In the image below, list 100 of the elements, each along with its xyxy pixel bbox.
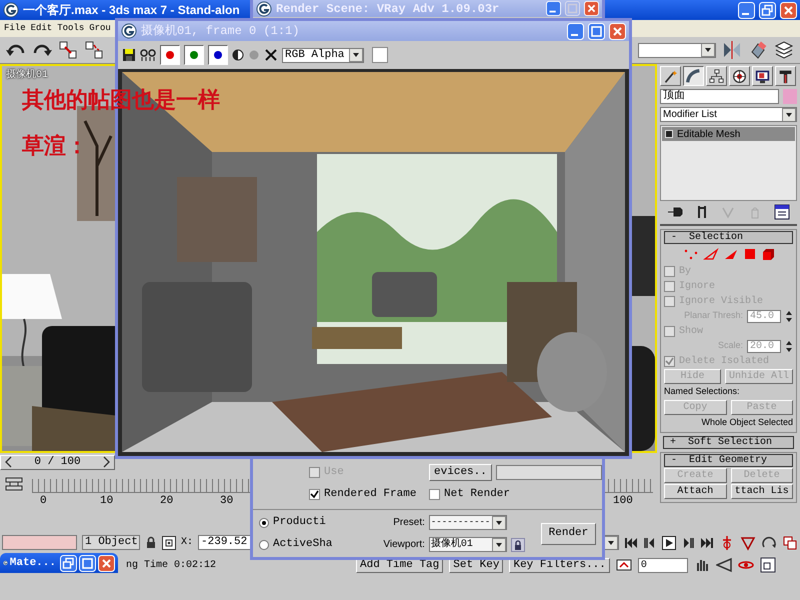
minimize-button[interactable]	[546, 1, 561, 16]
restore-button[interactable]	[60, 554, 77, 572]
coordinate-label: X:	[181, 536, 194, 550]
dropdown-value: 摄像机01	[430, 538, 474, 551]
modify-icon	[685, 68, 702, 84]
text-field[interactable]	[496, 464, 602, 480]
radio-button[interactable]: ActiveSha	[259, 538, 369, 552]
selection-count: 1 Object	[82, 535, 140, 550]
link-icon[interactable]	[58, 40, 78, 60]
monochrome-icon[interactable]	[232, 49, 244, 61]
checkbox[interactable]: Rendered Frame	[309, 487, 429, 501]
spinner-arrows-icon[interactable]	[785, 338, 793, 354]
mirror-icon[interactable]	[722, 40, 742, 60]
stack-item[interactable]: Editable Mesh	[662, 127, 795, 141]
object-name-field[interactable]: 顶面	[660, 89, 779, 104]
preset-dropdown[interactable]: -----------	[428, 515, 507, 530]
radio-button[interactable]: Producti	[259, 516, 369, 530]
go-to-end-icon[interactable]	[700, 536, 714, 548]
channel-dropdown[interactable]: RGB Alpha	[282, 48, 364, 62]
selection-set-dropdown[interactable]	[638, 42, 716, 58]
layers-icon[interactable]	[774, 40, 794, 60]
previous-frame-icon[interactable]	[643, 536, 657, 548]
orbit-icon[interactable]	[761, 534, 777, 550]
devices-button[interactable]: evices..	[428, 464, 492, 480]
minimize-button[interactable]	[738, 2, 755, 18]
rollout-title: Soft Selection	[688, 436, 772, 450]
checkbox[interactable]: Net Render	[429, 487, 539, 501]
window-title: 一个客厅.max - 3ds max 7 - Stand-alon	[23, 2, 240, 19]
play-icon[interactable]	[662, 536, 676, 550]
window-title: Mate...	[10, 556, 56, 571]
close-button[interactable]	[98, 554, 115, 572]
region-zoom-icon[interactable]	[760, 557, 776, 573]
caret-icon	[492, 538, 506, 551]
close-button[interactable]	[609, 22, 626, 40]
rollout-title: Selection	[689, 230, 744, 245]
save-icon[interactable]	[122, 48, 136, 62]
panel-button[interactable]: ttach Lis	[730, 484, 793, 499]
close-button[interactable]	[584, 1, 599, 16]
vertex-icon[interactable]	[682, 247, 698, 261]
key-filter-icon[interactable]	[4, 475, 24, 493]
app-icon	[121, 23, 137, 39]
panel-button[interactable]: Attach	[664, 484, 726, 499]
clone-icon[interactable]	[140, 48, 156, 62]
polygon-icon[interactable]	[742, 247, 756, 261]
rollout-header[interactable]: + Soft Selection	[663, 436, 794, 449]
menu-item[interactable]: File	[4, 22, 26, 35]
lock-icon[interactable]	[145, 536, 157, 549]
absolute-mode-icon[interactable]	[162, 536, 176, 550]
rollout-toggle: -	[671, 453, 678, 468]
restore-button[interactable]	[759, 2, 776, 18]
menu-item[interactable]: Tools	[57, 22, 84, 35]
dot-icon[interactable]	[248, 49, 260, 61]
close-button[interactable]	[780, 2, 797, 18]
hierarchy-icon	[708, 68, 725, 84]
time-label: ng Time	[126, 558, 168, 572]
channel-toggle[interactable]	[184, 45, 204, 65]
channel-toggle[interactable]	[160, 45, 180, 65]
color-swatch[interactable]	[372, 47, 388, 63]
dolly-icon[interactable]	[716, 557, 732, 573]
tick-label: 10	[100, 494, 114, 509]
spinner-arrows-icon[interactable]	[785, 308, 793, 324]
maximize-button[interactable]	[588, 22, 605, 40]
frame-counter-button[interactable]: 0 / 100	[0, 454, 115, 470]
maximize-button[interactable]	[79, 554, 96, 572]
panel-tab[interactable]	[683, 66, 704, 86]
tick-label: 30	[220, 494, 234, 509]
render-button[interactable]: Render	[540, 522, 596, 544]
key-mode-icon[interactable]	[616, 558, 632, 572]
frame-field[interactable]: 0	[638, 558, 688, 572]
menu-item[interactable]: Edit	[30, 22, 52, 35]
maximize-viewport-icon[interactable]	[782, 534, 798, 550]
caret-icon	[492, 516, 506, 529]
rollout-toggle: -	[671, 230, 678, 245]
pin-icon[interactable]	[666, 205, 683, 219]
lock-icon[interactable]	[510, 538, 525, 552]
caret-icon	[701, 44, 715, 56]
next-frame-icon[interactable]	[681, 536, 695, 548]
unlink-icon[interactable]	[84, 40, 104, 60]
face-icon[interactable]	[722, 247, 738, 261]
configure-icon[interactable]	[774, 204, 790, 220]
caret-icon	[349, 48, 363, 62]
object-color-swatch[interactable]	[783, 89, 797, 104]
rollout-header[interactable]: - Selection	[664, 231, 793, 244]
field-of-view-icon[interactable]	[740, 534, 756, 550]
element-icon[interactable]	[760, 247, 774, 261]
viewport-dropdown[interactable]: 摄像机01	[428, 537, 507, 552]
channel-toggle[interactable]	[208, 45, 228, 65]
section-label: Named Selections:	[664, 385, 741, 398]
checkmark-icon	[665, 356, 674, 366]
minimize-button[interactable]	[567, 22, 584, 40]
field-label: Viewport:	[382, 538, 425, 552]
show-result-icon[interactable]	[696, 205, 708, 219]
minimized-window[interactable]: Mate...	[0, 553, 118, 573]
go-to-start-icon[interactable]	[624, 536, 638, 548]
script-field[interactable]	[2, 535, 77, 550]
clear-icon[interactable]	[264, 48, 278, 62]
modifier-list-dropdown[interactable]: Modifier List	[660, 107, 797, 122]
edge-icon[interactable]	[702, 247, 718, 261]
rollout-header[interactable]: - Edit Geometry	[664, 454, 793, 467]
menu-item[interactable]: Grou	[89, 22, 111, 35]
